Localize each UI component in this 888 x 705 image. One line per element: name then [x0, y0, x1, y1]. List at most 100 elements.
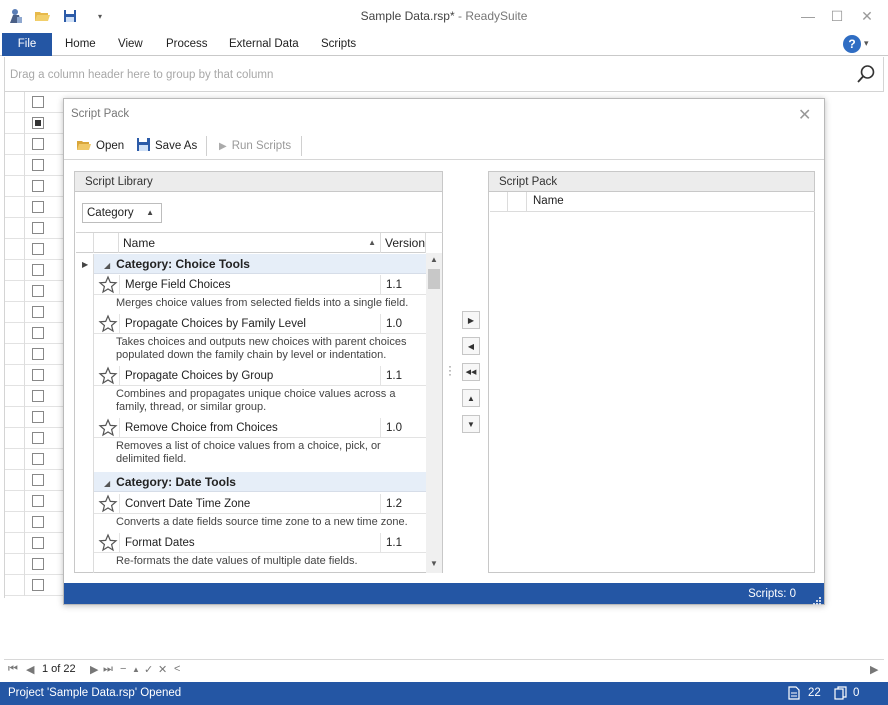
nav-edit-button[interactable]: ▲ — [132, 665, 140, 674]
script-row[interactable]: Merge Field Choices 1.1 — [94, 275, 426, 295]
document-grid-row[interactable] — [5, 323, 71, 344]
run-scripts-button[interactable]: ▶ Run Scripts — [219, 138, 291, 154]
row-checkbox[interactable] — [32, 180, 44, 192]
group-by-category-chip[interactable]: Category ▲ — [82, 203, 162, 223]
document-grid-row[interactable] — [5, 239, 71, 260]
document-grid-row[interactable] — [5, 176, 71, 197]
row-checkbox[interactable] — [32, 327, 44, 339]
row-checkbox[interactable] — [32, 579, 44, 591]
nav-next-button[interactable]: ▶ — [90, 663, 98, 676]
row-checkbox[interactable] — [32, 159, 44, 171]
document-grid-row[interactable] — [5, 134, 71, 155]
group-by-panel[interactable]: Drag a column header here to group by th… — [4, 57, 884, 92]
resize-grip-icon[interactable] — [813, 594, 821, 605]
scroll-up-icon[interactable]: ▲ — [430, 255, 438, 264]
script-row[interactable]: Propagate Choices by Group 1.1 — [94, 366, 426, 386]
favorite-star-icon[interactable] — [98, 418, 118, 438]
document-grid-row[interactable] — [5, 575, 71, 596]
script-row[interactable]: Format Dates 1.1 — [94, 533, 426, 553]
document-grid-row[interactable] — [5, 512, 71, 533]
group-row-date-tools[interactable]: ◢ Category: Date Tools — [94, 472, 426, 492]
document-grid-row[interactable] — [5, 491, 71, 512]
row-checkbox[interactable] — [32, 96, 44, 108]
tab-external-data[interactable]: External Data — [229, 33, 299, 56]
row-checkbox[interactable] — [32, 243, 44, 255]
help-dropdown-icon[interactable]: ▾ — [864, 38, 869, 49]
remove-all-from-pack-button[interactable]: ◀◀ — [462, 363, 480, 381]
row-checkbox[interactable] — [32, 537, 44, 549]
pack-name-column-header[interactable]: Name — [533, 195, 564, 207]
save-as-button[interactable]: Save As — [137, 138, 197, 154]
script-row[interactable]: Convert Date Time Zone 1.2 — [94, 494, 426, 514]
script-row[interactable]: Remove Choice from Choices 1.0 — [94, 418, 426, 438]
nav-first-button[interactable]: ⏮ — [8, 663, 18, 676]
document-grid-row[interactable] — [5, 365, 71, 386]
open-button[interactable]: Open — [77, 138, 124, 154]
minimize-button[interactable]: — — [797, 6, 819, 26]
row-checkbox[interactable] — [32, 495, 44, 507]
nav-cancel-button[interactable]: ✕ — [158, 663, 167, 676]
tab-file[interactable]: File — [2, 33, 52, 56]
nav-prev-button[interactable]: ◀ — [26, 663, 34, 676]
maximize-button[interactable]: ☐ — [826, 6, 848, 26]
nav-scroll-right-button[interactable]: ▶ — [870, 663, 878, 676]
favorite-star-icon[interactable] — [98, 533, 118, 553]
row-checkbox[interactable] — [32, 306, 44, 318]
document-grid-row[interactable] — [5, 344, 71, 365]
row-checkbox[interactable] — [32, 474, 44, 486]
library-vertical-scrollbar[interactable]: ▲ ▼ — [426, 253, 442, 573]
close-window-button[interactable]: ✕ — [856, 6, 878, 26]
splitter-grip-icon[interactable]: · · · — [448, 360, 452, 380]
dialog-close-button[interactable]: ✕ — [798, 105, 811, 125]
document-grid-row[interactable] — [5, 533, 71, 554]
row-checkbox[interactable] — [32, 411, 44, 423]
favorite-star-icon[interactable] — [98, 314, 118, 334]
nav-save-button[interactable]: ✓ — [144, 663, 153, 676]
document-grid-row[interactable] — [5, 281, 71, 302]
document-grid-row[interactable] — [5, 155, 71, 176]
document-grid-row[interactable] — [5, 470, 71, 491]
tab-home[interactable]: Home — [65, 33, 96, 56]
favorite-star-icon[interactable] — [98, 275, 118, 295]
document-grid-row[interactable] — [5, 218, 71, 239]
search-icon[interactable] — [856, 64, 876, 84]
tab-process[interactable]: Process — [166, 33, 208, 56]
document-grid-row[interactable] — [5, 113, 71, 134]
row-checkbox[interactable] — [32, 138, 44, 150]
help-icon[interactable]: ? — [843, 35, 861, 53]
document-grid-row[interactable] — [5, 92, 71, 113]
sort-ascending-icon[interactable]: ▲ — [146, 208, 154, 217]
document-grid-row[interactable] — [5, 407, 71, 428]
document-grid-row[interactable] — [5, 386, 71, 407]
favorite-star-icon[interactable] — [98, 366, 118, 386]
collapse-icon[interactable]: ◢ — [104, 261, 110, 270]
script-row[interactable]: Propagate Choices by Family Level 1.0 — [94, 314, 426, 334]
document-grid-row[interactable] — [5, 302, 71, 323]
document-grid-row[interactable] — [5, 260, 71, 281]
row-checkbox[interactable] — [32, 453, 44, 465]
row-checkbox[interactable] — [32, 432, 44, 444]
remove-from-pack-button[interactable]: ◀ — [462, 337, 480, 355]
nav-refresh-button[interactable]: < — [174, 663, 180, 675]
collapse-icon[interactable]: ◢ — [104, 479, 110, 488]
row-checkbox[interactable] — [32, 348, 44, 360]
nav-remove-button[interactable]: − — [120, 663, 126, 675]
version-column-header[interactable]: Version — [381, 233, 426, 253]
favorite-star-icon[interactable] — [98, 494, 118, 514]
move-up-button[interactable]: ▲ — [462, 389, 480, 407]
row-checkbox[interactable] — [32, 558, 44, 570]
tab-scripts[interactable]: Scripts — [321, 33, 356, 56]
add-to-pack-button[interactable]: ▶ — [462, 311, 480, 329]
name-column-header[interactable]: Name ▲ — [119, 233, 381, 253]
row-checkbox[interactable] — [32, 516, 44, 528]
document-grid-row[interactable] — [5, 449, 71, 470]
scrollbar-thumb[interactable] — [428, 269, 440, 289]
nav-last-button[interactable]: ⏭ — [103, 663, 113, 676]
row-checkbox[interactable] — [32, 201, 44, 213]
row-checkbox[interactable] — [32, 369, 44, 381]
scroll-down-icon[interactable]: ▼ — [430, 559, 438, 568]
row-checkbox[interactable] — [32, 222, 44, 234]
move-down-button[interactable]: ▼ — [462, 415, 480, 433]
document-grid-row[interactable] — [5, 197, 71, 218]
row-checkbox[interactable] — [32, 264, 44, 276]
